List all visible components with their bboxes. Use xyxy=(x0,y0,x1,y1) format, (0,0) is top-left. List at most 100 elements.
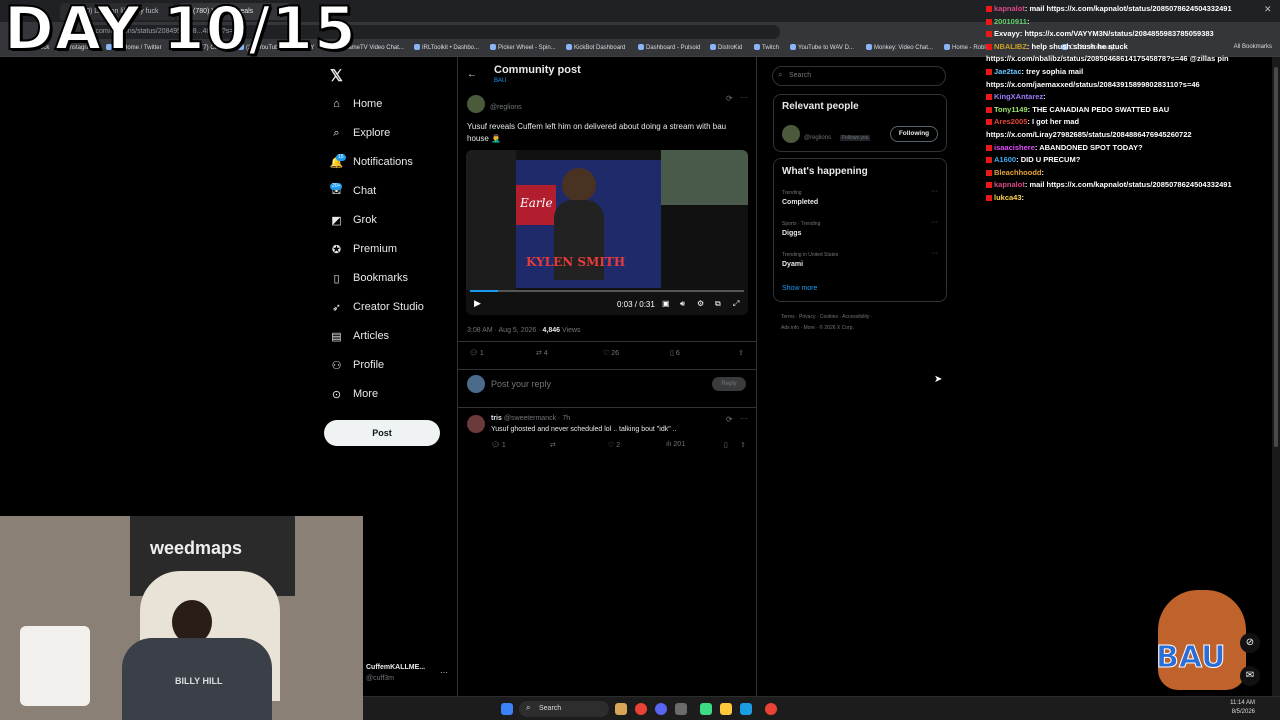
clock-date[interactable]: 8/5/2026 xyxy=(1201,709,1255,715)
account-handle[interactable]: @cuff3m xyxy=(366,675,394,682)
chat-username[interactable]: isaacishere xyxy=(994,143,1035,152)
reply-like-action[interactable]: ♡ 2 xyxy=(608,441,620,449)
bookmark-item[interactable]: Twitch xyxy=(754,44,779,51)
trend-name[interactable]: Completed xyxy=(782,199,818,206)
page-scrollbar[interactable] xyxy=(1272,57,1280,696)
x-logo-icon[interactable]: 𝕏 xyxy=(330,66,343,86)
app-icon[interactable] xyxy=(675,703,687,715)
reply-comment-action[interactable]: 💬︎ 1 xyxy=(491,441,506,449)
bookmark-item[interactable]: IRLToolkit • Dashbo... xyxy=(414,44,479,51)
chat-username[interactable]: kapnalot xyxy=(994,4,1025,13)
chat-username[interactable]: Tony1149 xyxy=(994,105,1028,114)
close-window-icon[interactable]: ✕ xyxy=(1264,4,1272,15)
bookmark-item[interactable]: Picker Wheel - Spin... xyxy=(490,44,556,51)
back-arrow-icon[interactable]: ← xyxy=(467,69,477,80)
progress-track[interactable] xyxy=(470,290,744,292)
more-options-icon[interactable]: ··· xyxy=(740,93,748,102)
more-options-icon[interactable]: ··· xyxy=(740,414,748,423)
avatar[interactable] xyxy=(467,95,485,113)
more-options-icon[interactable]: ··· xyxy=(440,668,448,677)
reply-author[interactable]: tris @sweetermanck · 7h xyxy=(491,415,570,422)
author-handle[interactable]: @reglions xyxy=(490,104,522,111)
account-name[interactable]: CuffemKALLME... xyxy=(366,664,425,671)
nav-premium[interactable]: ✪ Premium xyxy=(330,238,397,260)
grok-icon[interactable]: ⟳ xyxy=(726,94,733,103)
person-handle[interactable]: @reglions xyxy=(804,135,831,141)
nav-profile[interactable]: ⚇ Profile xyxy=(330,354,385,376)
chat-username[interactable]: Exvayy xyxy=(994,29,1020,38)
chat-username[interactable]: NBALIBZ xyxy=(994,42,1027,51)
reply-views-action[interactable]: ılı 201 xyxy=(666,441,685,448)
nav-bookmarks[interactable]: ▯ Bookmarks xyxy=(330,267,408,289)
chat-username[interactable]: KingXAntarez xyxy=(994,92,1043,101)
bookmark-item[interactable]: Monkey: Video Chat... xyxy=(866,44,933,51)
chat-username[interactable]: kapnalot xyxy=(994,180,1025,189)
bookmark-action[interactable]: ▯ 6 xyxy=(670,349,680,357)
share-icon[interactable]: ⇪ xyxy=(740,441,746,449)
nav-articles[interactable]: ▤ Articles xyxy=(330,325,389,347)
message-fab-icon[interactable]: ✉ xyxy=(1240,666,1260,686)
bookmark-item[interactable]: YouTube to WAV D... xyxy=(790,44,854,51)
chat-username[interactable]: Jae2tac xyxy=(994,67,1022,76)
share-icon[interactable]: ⇪ xyxy=(738,349,744,357)
nav-more[interactable]: ⊙ More xyxy=(330,383,378,405)
bookmark-item[interactable]: Dashboard - Pulsoid xyxy=(638,44,700,51)
folder-icon[interactable] xyxy=(720,703,732,715)
start-icon[interactable] xyxy=(501,703,513,715)
chat-username[interactable]: A1600 xyxy=(994,155,1016,164)
chat-username[interactable]: Bleachhoodd xyxy=(994,168,1042,177)
bookmark-icon[interactable]: ▯ xyxy=(724,441,728,449)
settings-icon[interactable]: ⚙ xyxy=(697,299,704,308)
steam-icon[interactable] xyxy=(740,703,752,715)
chat-username[interactable]: 20010911 xyxy=(994,17,1027,26)
discord-icon[interactable] xyxy=(655,703,667,715)
community-name[interactable]: BAU xyxy=(494,78,506,84)
chat-message: https://x.com/jaemaxxed/status/208439158… xyxy=(986,80,1200,89)
reply-input[interactable]: Post your reply xyxy=(491,379,551,389)
repost-icon[interactable]: ⇄ xyxy=(550,441,556,449)
like-action[interactable]: ♡ 26 xyxy=(603,349,619,357)
clock-time[interactable]: 11:14 AM xyxy=(1201,700,1255,706)
bookmark-item[interactable]: DistroKid xyxy=(710,44,742,51)
scrollbar-thumb[interactable] xyxy=(1274,67,1278,447)
repost-action[interactable]: ⇄ 4 xyxy=(536,349,548,357)
chat-username[interactable]: Ares2005 xyxy=(994,117,1027,126)
following-button[interactable]: Following xyxy=(890,126,938,142)
app-icon[interactable] xyxy=(700,703,712,715)
more-options-icon[interactable]: ··· xyxy=(931,219,938,226)
chrome-icon[interactable] xyxy=(765,703,777,715)
play-icon[interactable]: ▶ xyxy=(474,298,481,309)
more-options-icon[interactable]: ··· xyxy=(931,188,938,195)
nav-creator-studio[interactable]: ➶ Creator Studio xyxy=(330,296,424,318)
chat-username[interactable]: lukca43 xyxy=(994,193,1022,202)
reply-action[interactable]: 💬︎ 1 xyxy=(469,349,484,357)
footer-links[interactable]: Ads info · More · © 2026 X Corp. xyxy=(781,325,854,331)
nav-grok[interactable]: ◩ Grok xyxy=(330,209,377,231)
pip-icon[interactable]: ⧉ xyxy=(715,299,721,309)
trend-name[interactable]: Dyami xyxy=(782,261,803,268)
footer-links[interactable]: Terms · Privacy · Cookies · Accessibilit… xyxy=(781,314,872,320)
nav-explore[interactable]: ⌕ Explore xyxy=(330,122,390,144)
search-input[interactable]: Search xyxy=(772,66,946,86)
captions-icon[interactable]: ▣ xyxy=(662,299,670,308)
post-button[interactable]: Post xyxy=(324,420,440,446)
more-options-icon[interactable]: ··· xyxy=(931,250,938,257)
volume-icon[interactable]: 🔊︎ xyxy=(680,299,685,309)
bookmark-item[interactable]: Home - Roblox xyxy=(944,44,992,51)
grok-icon[interactable]: ⟳ xyxy=(726,415,733,424)
avatar[interactable] xyxy=(467,415,485,433)
reply-button[interactable]: Reply xyxy=(712,377,746,391)
widgets-icon[interactable] xyxy=(615,703,627,715)
show-more-link[interactable]: Show more xyxy=(782,285,817,292)
grok-fab-icon[interactable]: ⊘ xyxy=(1240,633,1260,653)
bookmark-item[interactable]: KickBot Dashboard xyxy=(566,44,625,51)
nav-home[interactable]: ⌂ Home xyxy=(330,93,382,115)
chrome-icon[interactable] xyxy=(635,703,647,715)
avatar[interactable] xyxy=(782,125,800,143)
all-bookmarks[interactable]: All Bookmarks xyxy=(1234,44,1272,50)
video-player[interactable]: Earle KYLEN SMITH ▶ 0:03 / 0:31 ▣ 🔊︎ ⚙ ⧉… xyxy=(466,150,748,315)
taskbar-search[interactable]: Search xyxy=(519,701,609,717)
trend-name[interactable]: Diggs xyxy=(782,230,801,237)
fullscreen-icon[interactable]: ⤢ xyxy=(733,299,739,309)
chat-text: trey sophia mail xyxy=(1026,67,1084,76)
